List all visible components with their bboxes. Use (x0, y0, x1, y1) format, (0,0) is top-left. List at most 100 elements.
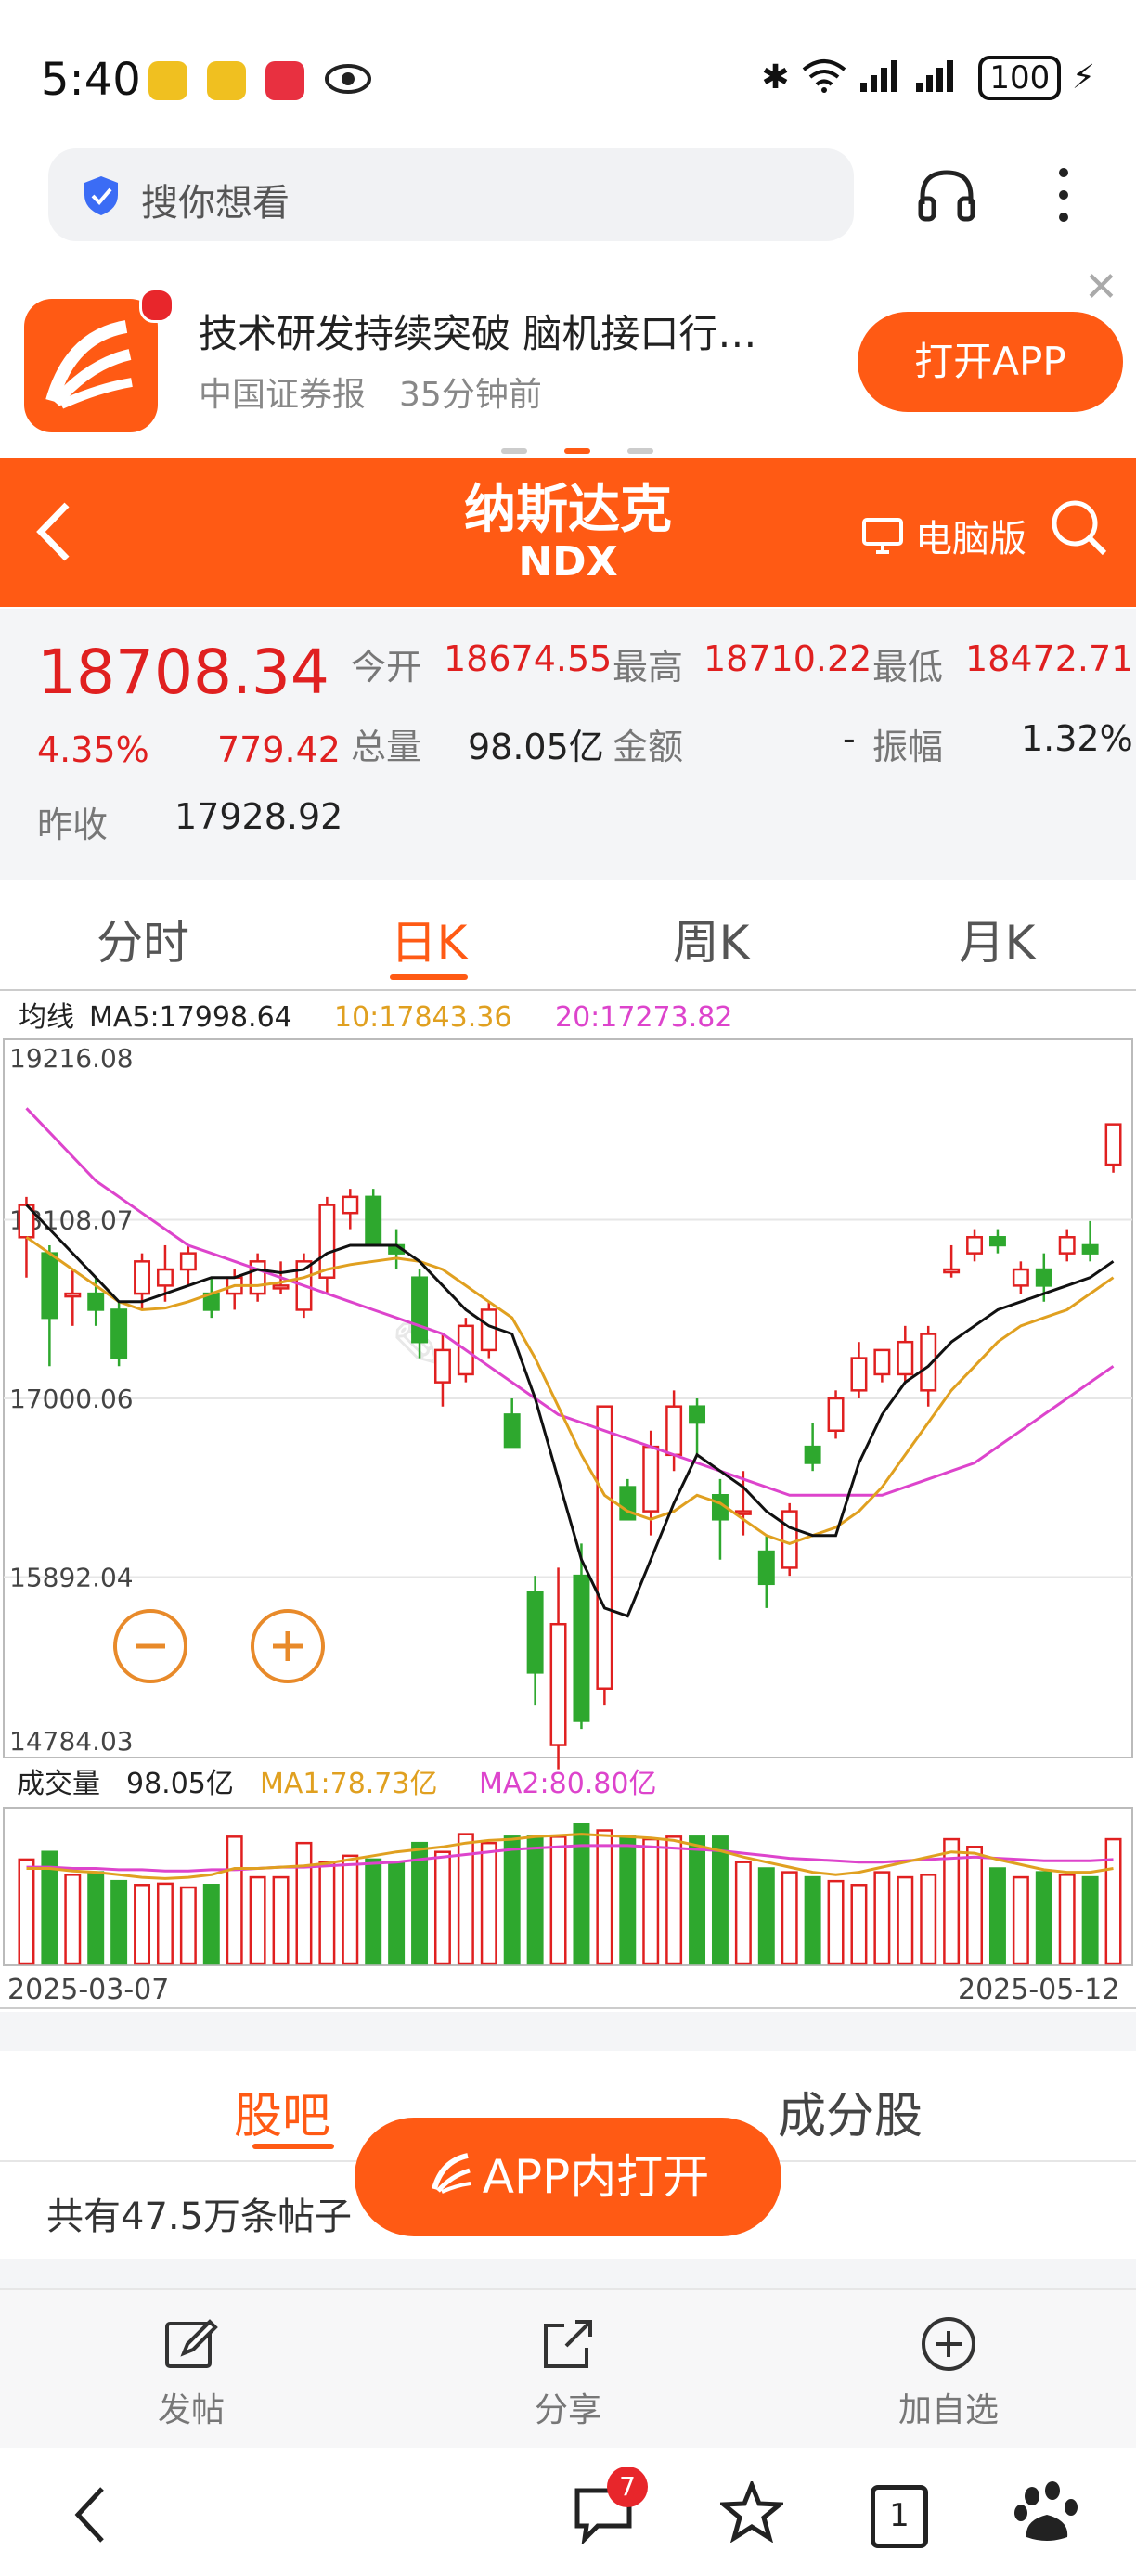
share-button[interactable]: 分享 (475, 2314, 661, 2431)
zoom-in-button[interactable] (251, 1609, 325, 1683)
candle (41, 1244, 58, 1367)
status-bar: 5:40 ✱ 100 ⚡ (0, 0, 1136, 139)
post-button[interactable]: 发帖 (98, 2314, 284, 2431)
star-icon[interactable] (717, 2479, 786, 2546)
volume-bar (87, 1871, 105, 1965)
tab-guba[interactable]: 股吧 (234, 2077, 330, 2146)
candle-body (689, 1405, 706, 1424)
posts-count: 共有47.5万条帖子 (46, 2196, 353, 2238)
ma20-legend: 20:17273.82 (555, 1001, 732, 1034)
low-value: 18472.71 (965, 638, 1134, 679)
edit-icon (165, 2319, 218, 2368)
section-separator (0, 2012, 1136, 2051)
comments-badge: 7 (607, 2467, 648, 2507)
open-value: 18674.55 (444, 638, 613, 679)
volume-bar (318, 1861, 336, 1965)
candle (827, 1390, 845, 1439)
volume-bar (966, 1846, 984, 1965)
volume-bar (549, 1835, 567, 1965)
active-tab-indicator (390, 974, 468, 980)
tab-count-button[interactable]: 1 (871, 2485, 928, 2548)
ma10-legend: 10:17843.36 (334, 1001, 511, 1034)
signal-icon (858, 57, 903, 102)
zoom-out-button[interactable] (113, 1609, 187, 1683)
candle (110, 1301, 128, 1367)
y-tick-label: 19216.08 (9, 1043, 134, 1074)
search-bar[interactable]: 搜你想看 (48, 148, 854, 241)
candle (202, 1277, 220, 1319)
open-app-button[interactable]: 打开APP (858, 312, 1123, 412)
candle-body (526, 1591, 544, 1674)
tab-intraday[interactable]: 分时 (50, 906, 236, 972)
open-in-app-button[interactable]: APP内打开 (355, 2118, 781, 2236)
volume-bar (1012, 1875, 1029, 1965)
search-icon[interactable] (1049, 497, 1110, 562)
tab-monthly-k[interactable]: 月K (904, 906, 1090, 972)
candle-body (134, 1260, 151, 1295)
open-label: 今开 (351, 647, 422, 688)
candle-body (41, 1252, 58, 1320)
ad-time: 35分钟前 (399, 376, 542, 414)
volume-bar (619, 1835, 637, 1965)
headphones-icon[interactable] (917, 167, 976, 226)
candle (318, 1196, 336, 1294)
candle (873, 1348, 891, 1383)
app-logo[interactable] (24, 299, 158, 432)
candle-body (988, 1236, 1006, 1247)
candle (689, 1398, 706, 1455)
volume-bar (503, 1835, 521, 1965)
volume-bar (642, 1837, 660, 1965)
candle-body (781, 1510, 798, 1569)
high-value: 18710.22 (704, 638, 872, 679)
dot (627, 448, 653, 454)
ma5-legend: MA5:17998.64 (89, 1001, 292, 1034)
candle (526, 1576, 544, 1706)
candle-body (850, 1357, 868, 1392)
candle-body (110, 1308, 128, 1359)
volume-value: 98.05亿 (468, 727, 604, 767)
candle-body (64, 1292, 82, 1298)
ma10-line (25, 1236, 1115, 1545)
candlestick-chart[interactable]: 均线 MA5:17998.64 10:17843.36 20:17273.82 … (0, 989, 1136, 2010)
volume-label: 总量 (351, 727, 422, 767)
desktop-version-button[interactable]: 电脑版 (861, 509, 1026, 565)
candle-body (503, 1413, 521, 1449)
candle-body (1058, 1236, 1076, 1255)
volume-bar (804, 1875, 821, 1965)
ad-title[interactable]: 技术研发持续突破 脑机接口行… (199, 303, 756, 359)
more-menu-icon[interactable] (1054, 165, 1073, 228)
back-icon[interactable] (69, 2483, 111, 2550)
candle-body (549, 1622, 567, 1746)
tab-components[interactable]: 成分股 (778, 2077, 923, 2146)
baidu-paw-icon[interactable] (1013, 2479, 1080, 2550)
carousel-dots (501, 440, 691, 457)
battery-level: 100 (978, 56, 1062, 100)
high-label: 最高 (613, 647, 684, 688)
candle-body (1012, 1268, 1029, 1287)
candle (365, 1189, 382, 1247)
dot-active (564, 448, 590, 454)
x-end-label: 2025-05-12 (958, 1974, 1119, 2006)
action-toolbar: 发帖 分享 加自选 (0, 2288, 1136, 2448)
add-watchlist-button[interactable]: 加自选 (856, 2314, 1041, 2431)
candle-body (1081, 1243, 1099, 1255)
tab-weekly-k[interactable]: 周K (618, 906, 804, 972)
close-icon[interactable]: ✕ (1084, 264, 1118, 311)
monitor-icon (861, 517, 904, 565)
huawei-icon (265, 61, 305, 100)
amplitude-value: 1.32% (1021, 718, 1133, 759)
candle (342, 1189, 359, 1230)
volume-bar (689, 1835, 706, 1965)
volume-bar (156, 1882, 174, 1965)
candle-body (1035, 1268, 1052, 1287)
tab-daily-k[interactable]: 日K (336, 906, 522, 972)
x-start-label: 2025-03-07 (7, 1974, 169, 2006)
active-tab-indicator (252, 2144, 334, 2149)
volume-bar (526, 1835, 544, 1965)
candle (596, 1405, 613, 1706)
y-tick-label: 17000.06 (9, 1384, 134, 1414)
candle-body (480, 1308, 497, 1352)
bluetooth-icon: ✱ (761, 58, 790, 97)
volume-bar (665, 1835, 683, 1965)
candle-body (757, 1550, 775, 1586)
